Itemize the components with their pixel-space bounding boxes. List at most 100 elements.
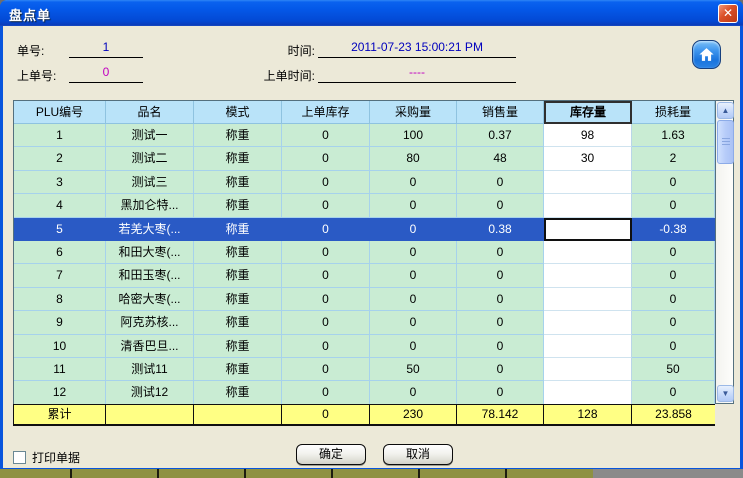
table-cell[interactable]: 0	[370, 311, 457, 334]
table-cell[interactable]: 0	[370, 171, 457, 194]
table-cell[interactable]: 50	[370, 358, 457, 381]
home-button[interactable]	[692, 40, 721, 69]
table-cell[interactable]: 0	[282, 218, 370, 241]
table-cell[interactable]: 0.37	[457, 124, 544, 147]
stock-qty-cell[interactable]	[544, 264, 632, 287]
stock-qty-cell[interactable]	[544, 218, 632, 241]
table-cell[interactable]: 0	[282, 124, 370, 147]
table-cell[interactable]: 0	[282, 335, 370, 358]
table-cell[interactable]: 0	[457, 264, 544, 287]
table-cell[interactable]: 0	[632, 264, 715, 287]
table-cell[interactable]: 0	[370, 241, 457, 264]
table-cell[interactable]: 称重	[194, 335, 282, 358]
table-cell[interactable]: 0	[370, 194, 457, 217]
stock-qty-cell[interactable]	[544, 288, 632, 311]
ok-button[interactable]: 确定	[296, 444, 366, 465]
table-row[interactable]: 2测试二称重08048302	[14, 147, 715, 170]
table-cell[interactable]: 0	[282, 171, 370, 194]
table-cell[interactable]: 0	[632, 194, 715, 217]
stock-qty-cell[interactable]: 30	[544, 147, 632, 170]
stock-qty-cell[interactable]	[544, 171, 632, 194]
table-cell[interactable]: 黑加仑特...	[106, 194, 194, 217]
table-cell[interactable]: 称重	[194, 358, 282, 381]
scroll-down-icon[interactable]: ▼	[717, 385, 734, 402]
checkbox-icon[interactable]	[13, 451, 26, 464]
table-cell[interactable]: 测试11	[106, 358, 194, 381]
table-row[interactable]: 6和田大枣(...称重0000	[14, 241, 715, 264]
table-cell[interactable]: 0	[282, 311, 370, 334]
table-cell[interactable]: 8	[14, 288, 106, 311]
table-cell[interactable]: -0.38	[632, 218, 715, 241]
table-cell[interactable]: 0	[282, 358, 370, 381]
table-cell[interactable]: 100	[370, 124, 457, 147]
table-cell[interactable]: 0	[632, 335, 715, 358]
stock-qty-cell[interactable]	[544, 358, 632, 381]
table-cell[interactable]: 0	[370, 335, 457, 358]
table-cell[interactable]: 0	[282, 264, 370, 287]
table-cell[interactable]: 3	[14, 171, 106, 194]
table-cell[interactable]: 0	[457, 358, 544, 381]
table-cell[interactable]: 7	[14, 264, 106, 287]
table-cell[interactable]: 0.38	[457, 218, 544, 241]
table-cell[interactable]: 0	[370, 218, 457, 241]
table-row[interactable]: 7和田玉枣(...称重0000	[14, 264, 715, 287]
table-cell[interactable]: 称重	[194, 147, 282, 170]
stock-qty-cell[interactable]	[544, 381, 632, 404]
table-cell[interactable]: 5	[14, 218, 106, 241]
print-checkbox[interactable]: 打印单据	[13, 449, 80, 466]
scrollbar-thumb[interactable]	[717, 120, 734, 164]
table-row[interactable]: 11测试11称重050050	[14, 358, 715, 381]
table-cell[interactable]: 0	[282, 194, 370, 217]
scroll-up-icon[interactable]: ▲	[717, 102, 734, 119]
table-cell[interactable]: 0	[457, 194, 544, 217]
table-cell[interactable]: 称重	[194, 264, 282, 287]
table-cell[interactable]: 称重	[194, 288, 282, 311]
table-cell[interactable]: 称重	[194, 124, 282, 147]
table-row[interactable]: 8哈密大枣(...称重0000	[14, 288, 715, 311]
table-cell[interactable]: 0	[457, 288, 544, 311]
table-cell[interactable]: 阿克苏核...	[106, 311, 194, 334]
table-cell[interactable]: 测试二	[106, 147, 194, 170]
column-header[interactable]: 模式	[194, 101, 282, 124]
table-cell[interactable]: 11	[14, 358, 106, 381]
table-cell[interactable]: 0	[632, 311, 715, 334]
close-icon[interactable]: ✕	[718, 4, 738, 23]
table-cell[interactable]: 0	[632, 171, 715, 194]
column-header[interactable]: 损耗量	[632, 101, 715, 124]
table-cell[interactable]: 称重	[194, 311, 282, 334]
table-cell[interactable]: 0	[282, 147, 370, 170]
table-cell[interactable]: 称重	[194, 381, 282, 404]
table-cell[interactable]: 1	[14, 124, 106, 147]
table-cell[interactable]: 测试12	[106, 381, 194, 404]
table-cell[interactable]: 1.63	[632, 124, 715, 147]
table-cell[interactable]: 称重	[194, 194, 282, 217]
stock-qty-cell[interactable]	[544, 241, 632, 264]
table-cell[interactable]: 0	[632, 288, 715, 311]
table-cell[interactable]: 12	[14, 381, 106, 404]
table-cell[interactable]: 和田大枣(...	[106, 241, 194, 264]
table-row[interactable]: 10清香巴旦...称重0000	[14, 335, 715, 358]
table-cell[interactable]: 测试一	[106, 124, 194, 147]
table-cell[interactable]: 0	[282, 381, 370, 404]
table-cell[interactable]: 0	[457, 171, 544, 194]
stock-qty-cell[interactable]: 98	[544, 124, 632, 147]
table-row[interactable]: 1测试一称重01000.37981.63	[14, 124, 715, 147]
table-cell[interactable]: 0	[370, 381, 457, 404]
table-cell[interactable]: 测试三	[106, 171, 194, 194]
column-header[interactable]: 库存量	[544, 101, 632, 124]
table-cell[interactable]: 称重	[194, 171, 282, 194]
table-cell[interactable]: 称重	[194, 241, 282, 264]
table-cell[interactable]: 和田玉枣(...	[106, 264, 194, 287]
column-header[interactable]: 销售量	[457, 101, 544, 124]
table-cell[interactable]: 0	[632, 241, 715, 264]
table-cell[interactable]: 0	[457, 311, 544, 334]
table-cell[interactable]: 若羌大枣(...	[106, 218, 194, 241]
table-row[interactable]: 9阿克苏核...称重0000	[14, 311, 715, 334]
table-cell[interactable]: 清香巴旦...	[106, 335, 194, 358]
table-cell[interactable]: 4	[14, 194, 106, 217]
table-cell[interactable]: 0	[282, 288, 370, 311]
table-cell[interactable]: 0	[370, 288, 457, 311]
column-header[interactable]: PLU编号	[14, 101, 106, 124]
table-cell[interactable]: 2	[632, 147, 715, 170]
table-row[interactable]: 4黑加仑特...称重0000	[14, 194, 715, 217]
